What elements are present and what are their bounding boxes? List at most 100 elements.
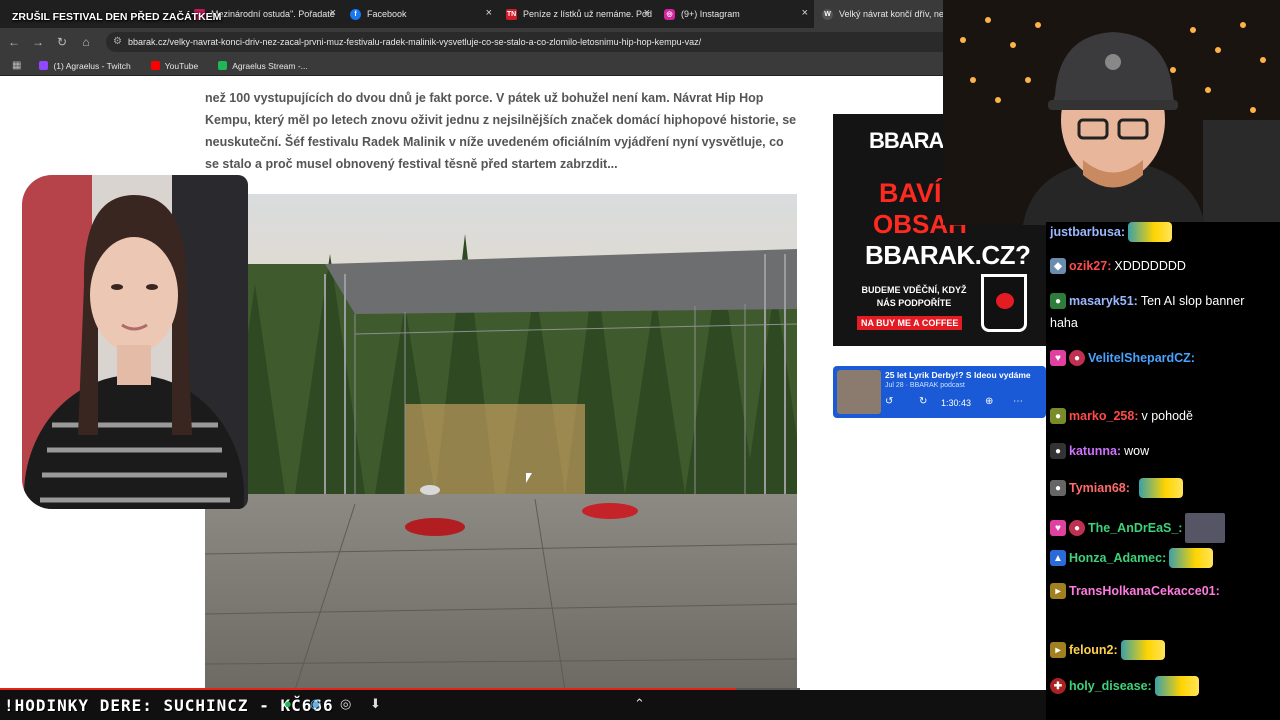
wordpress-icon: W (822, 8, 833, 20)
badge-icon: ● (1069, 350, 1085, 366)
chat-username[interactable]: katunna: (1069, 444, 1121, 458)
add-icon[interactable]: ⊕ (985, 396, 993, 407)
chat-username[interactable]: Tymian68: (1069, 481, 1130, 495)
chat-username[interactable]: ozik27: (1069, 259, 1111, 273)
close-icon[interactable]: × (486, 7, 492, 19)
chat-message: ▸ feloun2: (1050, 640, 1165, 660)
twitch-icon (39, 61, 49, 70)
chat-message: ● masaryk51: Ten AI slop banner (1050, 293, 1244, 309)
spotify-icon[interactable]: ● (284, 696, 292, 711)
chat-username[interactable]: marko_258: (1069, 409, 1139, 423)
close-icon[interactable]: × (802, 7, 808, 19)
ad-cta: NA BUY ME A COFFEE (857, 316, 963, 330)
chat-username[interactable]: TransHolkanaCekacce01: (1069, 584, 1220, 598)
chat-username[interactable]: Honza_Adamec: (1069, 551, 1166, 565)
ad-line-1: BAVÍ (879, 178, 942, 208)
back-icon[interactable]: ← (2, 35, 26, 49)
download-icon[interactable]: ⬇ (370, 696, 381, 712)
apps-icon[interactable]: ▦ (6, 60, 27, 71)
reload-icon[interactable]: ↻ (50, 35, 74, 49)
instagram-icon: ◎ (664, 8, 675, 20)
podcast-duration: 1:30:43 (941, 398, 972, 408)
tab-3[interactable]: TN Peníze z lístků už nemáme. Pod × (498, 0, 656, 28)
podcast-subtitle: Jul 28 · BBARAK podcast (885, 382, 965, 389)
tab-4[interactable]: ◎ (9+) Instagram × (656, 0, 814, 28)
emote-icon (1185, 513, 1226, 543)
url-field[interactable]: ⚙ bbarak.cz/velky-navrat-konci-driv-nez-… (106, 32, 1038, 52)
chat-text: v pohodě (1141, 409, 1193, 423)
chat-text: wow (1124, 444, 1150, 458)
tab-2[interactable]: f Facebook × (342, 0, 498, 28)
badge-icon: ● (1050, 293, 1066, 309)
badge-icon: ● (1050, 443, 1066, 459)
chat-username[interactable]: justbarbusa: (1050, 225, 1125, 239)
app-icon[interactable]: ◎ (340, 696, 351, 712)
podcast-title: 25 let Lyrik Derby!? S Ideou vydáme (885, 370, 1031, 380)
badge-icon: ● (1069, 520, 1085, 536)
emote-icon (1138, 478, 1183, 498)
ad-line-3: BBARAK.CZ? (865, 240, 1031, 270)
more-icon[interactable]: ⋯ (1013, 396, 1023, 407)
bookmark-twitch[interactable]: (1) Agraelus - Twitch (31, 61, 138, 71)
mouse-cursor-icon (526, 473, 532, 483)
tab-label: Mezinárodní ostuda". Pořadate (211, 9, 335, 19)
youtube-icon (150, 61, 160, 70)
ad-brand: BBARA (869, 128, 944, 153)
rewind-icon[interactable]: ↺ (885, 396, 893, 407)
close-icon[interactable]: × (330, 7, 336, 19)
url-text: bbarak.cz/velky-navrat-konci-driv-nez-za… (128, 37, 702, 47)
chat-message: ♥ ● VelitelShepardCZ: (1050, 350, 1195, 366)
podcast-embed[interactable]: 25 let Lyrik Derby!? S Ideou vydáme Jul … (833, 366, 1046, 418)
bookmark-label: YouTube (164, 60, 199, 71)
bookmark-stream[interactable]: Agraelus Stream -... (210, 61, 316, 71)
podcast-thumbnail (837, 370, 881, 414)
webcam-streamer-image (943, 0, 1280, 225)
chat-message: ✚ holy_disease: (1050, 676, 1199, 696)
site-settings-icon[interactable]: ⚙ (113, 32, 122, 52)
tab-label: Facebook (367, 9, 407, 19)
address-toolbar: ← → ↻ ⌂ ⚙ bbarak.cz/velky-navrat-konci-d… (0, 28, 1046, 56)
emote-icon (1169, 548, 1214, 568)
chat-panel: justbarbusa: ◆ ozik27: XDDDDDDD ● masary… (1046, 222, 1280, 720)
chat-username[interactable]: holy_disease: (1069, 679, 1152, 693)
bookmark-youtube[interactable]: YouTube (143, 61, 206, 71)
forward-icon[interactable]: → (26, 35, 50, 49)
webcam-guest (22, 175, 248, 509)
steam-icon[interactable]: ◉ (310, 696, 321, 712)
chat-message: ◆ ozik27: XDDDDDDD (1050, 258, 1186, 274)
chat-text: Ten AI slop banner (1140, 294, 1245, 308)
chat-message: justbarbusa: (1050, 222, 1173, 242)
webcam-streamer (943, 0, 1280, 225)
tab-label: (9+) Instagram (681, 9, 740, 19)
chat-username[interactable]: VelitelShepardCZ: (1088, 351, 1195, 365)
coffee-cup-icon (981, 274, 1027, 332)
chat-message: ♥ ● The_AnDrEaS_: (1050, 513, 1226, 543)
emote-icon (1120, 640, 1165, 660)
bookmark-label: Agraelus Stream -... (232, 60, 308, 71)
chevron-up-icon[interactable]: ⌃ (634, 696, 645, 712)
home-icon[interactable]: ⌂ (74, 35, 98, 49)
chat-username[interactable]: The_AnDrEaS_: (1088, 521, 1182, 535)
festival-stage-image (205, 194, 797, 690)
badge-icon: ✚ (1050, 678, 1066, 694)
stream-title: ZRUŠIL FESTIVAL DEN PŘED ZAČÁTKEM (12, 11, 222, 23)
forward-15-icon[interactable]: ↻ (919, 396, 927, 407)
chat-text: XDDDDDDD (1114, 259, 1186, 273)
article-paragraph: než 100 vystupujících do dvou dnů je fak… (205, 91, 797, 171)
badge-icon: ▸ (1050, 642, 1066, 658)
chat-message: ● marko_258: v pohodě (1050, 408, 1193, 424)
chat-username[interactable]: masaryk51: (1069, 294, 1138, 308)
badge-icon: ▲ (1050, 550, 1066, 566)
chat-username[interactable]: feloun2: (1069, 643, 1118, 657)
heart-badge-icon: ♥ (1050, 520, 1066, 536)
emote-icon (1128, 222, 1173, 242)
close-icon[interactable]: × (644, 7, 650, 19)
badge-icon: ● (1050, 480, 1066, 496)
stream-icon (218, 61, 228, 70)
chat-text-continued: haha (1050, 316, 1078, 330)
badge-icon: ◆ (1050, 258, 1066, 274)
tab-label: Peníze z lístků už nemáme. Pod (523, 9, 653, 19)
heart-badge-icon: ♥ (1050, 350, 1066, 366)
badge-icon: ▸ (1050, 583, 1066, 599)
chat-message: ● katunna: wow (1050, 443, 1149, 459)
